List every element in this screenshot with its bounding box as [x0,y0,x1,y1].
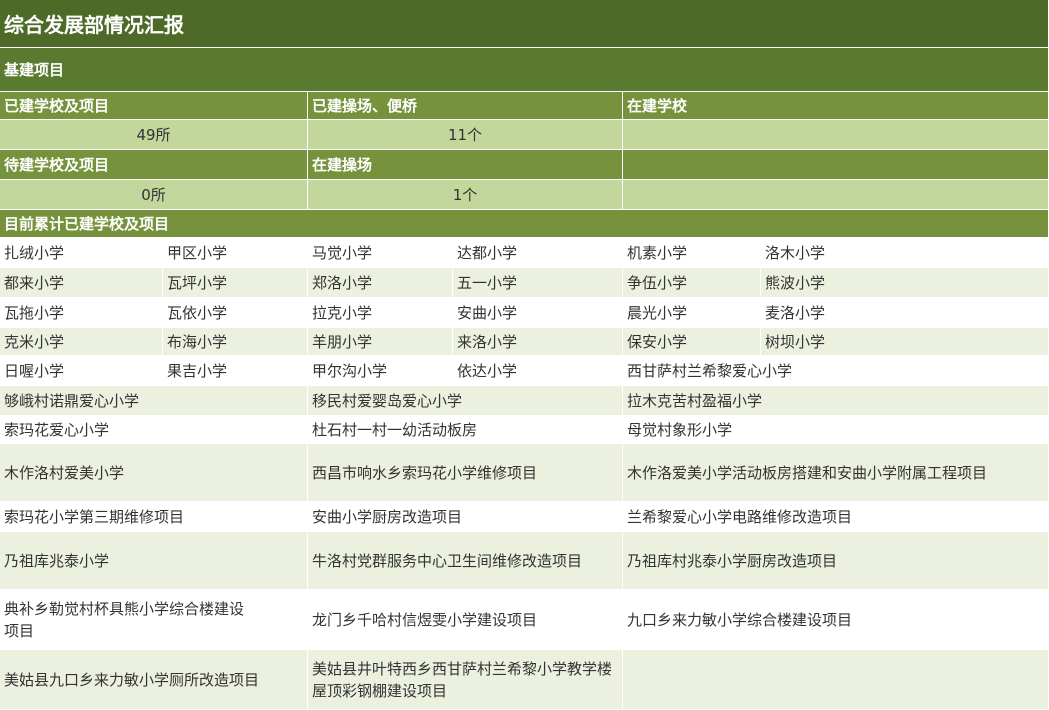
school-cell: 甲区小学 [163,238,308,268]
project-cell: 美姑县井叶特西乡西甘萨村兰希黎小学教学楼屋顶彩钢棚建设项目 [308,650,623,710]
school-cell: 来洛小学 [453,328,623,356]
school-cell: 扎绒小学 [0,238,163,268]
school-cell: 机素小学 [623,238,761,268]
school-cell: 麦洛小学 [761,298,1049,328]
report-sheet: 综合发展部情况汇报 基建项目 已建学校及项目 已建操场、便桥 在建学校 49所 … [0,0,1049,710]
project-cell: 移民村爱婴岛爱心小学 [308,386,623,416]
school-cell: 克米小学 [0,328,163,356]
school-cell: 日喔小学 [0,356,163,386]
value-building-playground: 1个 [308,180,623,210]
school-cell: 都来小学 [0,268,163,298]
project-cell: 龙门乡千哈村信煜雯小学建设项目 [308,590,623,650]
value-playground-bridge: 11个 [308,120,623,150]
school-cell: 瓦拖小学 [0,298,163,328]
project-cell: 够峨村诺鼎爱心小学 [0,386,308,416]
header-building-school: 在建学校 [623,92,1049,120]
school-cell: 布海小学 [163,328,308,356]
project-cell: 九口乡来力敏小学综合楼建设项目 [623,590,1049,650]
project-cell [623,650,1049,710]
school-cell: 依达小学 [453,356,623,386]
school-cell: 争伍小学 [623,268,761,298]
project-cell: 美姑县九口乡来力敏小学厕所改造项目 [0,650,308,710]
report-title: 综合发展部情况汇报 [0,0,1049,48]
school-cell: 郑洛小学 [308,268,453,298]
header-playground-bridge: 已建操场、便桥 [308,92,623,120]
project-cell: 拉木克苦村盈福小学 [623,386,1049,416]
section-infra-header: 基建项目 [0,48,1049,92]
school-cell: 树坝小学 [761,328,1049,356]
project-cell: 安曲小学厨房改造项目 [308,502,623,532]
school-cell: 拉克小学 [308,298,453,328]
school-cell: 安曲小学 [453,298,623,328]
header-pending: 待建学校及项目 [0,150,308,180]
school-cell: 甲尔沟小学 [308,356,453,386]
project-cell: 乃祖库兆泰小学 [0,532,308,590]
value-pending: 0所 [0,180,308,210]
school-cell: 五一小学 [453,268,623,298]
school-cell: 果吉小学 [163,356,308,386]
school-cell: 西甘萨村兰希黎爱心小学 [623,356,1049,386]
project-cell: 杜石村一村一幼活动板房 [308,416,623,444]
value-building-school [623,120,1049,150]
project-cell: 西昌市响水乡索玛花小学维修项目 [308,444,623,502]
header-built: 已建学校及项目 [0,92,308,120]
project-cell: 索玛花爱心小学 [0,416,308,444]
project-cell: 乃祖库村兆泰小学厨房改造项目 [623,532,1049,590]
project-cell: 索玛花小学第三期维修项目 [0,502,308,532]
project-cell: 木作洛村爱美小学 [0,444,308,502]
section-cumulative-header: 目前累计已建学校及项目 [0,210,1049,238]
header-building-playground: 在建操场 [308,150,623,180]
school-cell: 洛木小学 [761,238,1049,268]
header-empty [623,150,1049,180]
project-cell: 典补乡勒觉村杯具熊小学综合楼建设项目 [0,590,308,650]
school-cell: 保安小学 [623,328,761,356]
school-cell: 瓦坪小学 [163,268,308,298]
school-cell: 达都小学 [453,238,623,268]
value-extra [623,180,1049,210]
school-cell: 晨光小学 [623,298,761,328]
school-cell: 熊波小学 [761,268,1049,298]
project-cell: 牛洛村党群服务中心卫生间维修改造项目 [308,532,623,590]
school-cell: 瓦依小学 [163,298,308,328]
school-cell: 羊朋小学 [308,328,453,356]
project-cell: 母觉村象形小学 [623,416,1049,444]
value-built: 49所 [0,120,308,150]
school-cell: 马觉小学 [308,238,453,268]
project-cell: 木作洛爱美小学活动板房搭建和安曲小学附属工程项目 [623,444,1049,502]
project-cell: 兰希黎爱心小学电路维修改造项目 [623,502,1049,532]
